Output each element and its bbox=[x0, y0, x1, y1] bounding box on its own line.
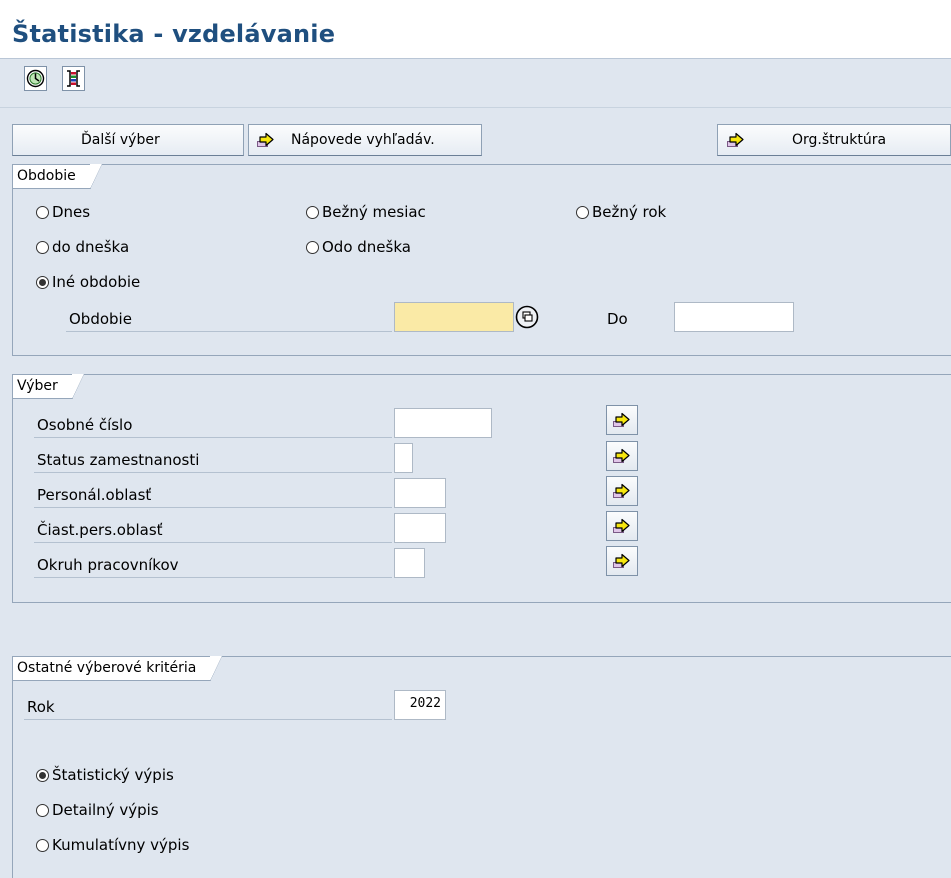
personal-oblast-input[interactable] bbox=[394, 478, 446, 508]
top-strip bbox=[0, 0, 951, 12]
radio-circle bbox=[306, 205, 319, 219]
radio-detailny-vypis-label: Detailný výpis bbox=[52, 801, 159, 819]
radio-statisticky-vypis-label: Štatistický výpis bbox=[52, 766, 174, 784]
radio-statisticky-vypis[interactable]: Štatistický výpis bbox=[36, 766, 174, 784]
radio-detailny-vypis[interactable]: Detailný výpis bbox=[36, 801, 159, 819]
osobne-cislo-multiselect-button[interactable] bbox=[606, 405, 638, 435]
radio-ine-obdobie-label: Iné obdobie bbox=[52, 273, 141, 291]
execute-clock-icon[interactable] bbox=[24, 66, 47, 91]
status-zamestnanosti-multiselect-button[interactable] bbox=[606, 441, 638, 471]
radio-do-dneska[interactable]: do dneška bbox=[36, 238, 129, 256]
okruh-pracovnikov-input[interactable] bbox=[394, 548, 425, 578]
radio-circle bbox=[576, 205, 589, 219]
org-struktura-button[interactable]: Org.štruktúra bbox=[717, 124, 951, 156]
color-columns-icon[interactable] bbox=[62, 66, 85, 91]
okruh-pracovnikov-multiselect-button[interactable] bbox=[606, 546, 638, 576]
arrow-icon bbox=[613, 412, 631, 428]
ostatne-tab: Ostatné výberové kritéria bbox=[13, 656, 223, 681]
radio-circle bbox=[36, 803, 49, 817]
radio-kumulativny-vypis[interactable]: Kumulatívny výpis bbox=[36, 836, 189, 854]
napovede-vyhladavania-button[interactable]: Nápovede vyhľadáv. bbox=[248, 124, 482, 156]
multiple-selection-icon[interactable] bbox=[514, 303, 540, 331]
radio-ine-obdobie[interactable]: Iné obdobie bbox=[36, 273, 140, 291]
arrow-icon bbox=[257, 132, 275, 148]
radio-bezny-mesiac-label: Bežný mesiac bbox=[322, 203, 426, 221]
personal-oblast-label: Personál.oblasť bbox=[37, 486, 152, 504]
osobne-cislo-label: Osobné číslo bbox=[37, 416, 133, 434]
org-struktura-label: Org.štruktúra bbox=[792, 132, 887, 148]
rok-label: Rok bbox=[27, 698, 55, 716]
status-zamestnanosti-input[interactable] bbox=[394, 443, 413, 473]
radio-circle bbox=[36, 838, 49, 852]
status-zamestnanosti-row: Status zamestnanosti bbox=[34, 445, 392, 473]
arrow-icon bbox=[613, 553, 631, 569]
do-input[interactable] bbox=[674, 302, 794, 332]
arrow-icon bbox=[613, 448, 631, 464]
rok-input[interactable]: 2022 bbox=[394, 690, 446, 720]
dalsi-vyber-label: Ďalší výber bbox=[81, 132, 160, 148]
page-title: Štatistika - vzdelávanie bbox=[12, 20, 336, 48]
radio-odo-dneska-label: Odo dneška bbox=[322, 238, 411, 256]
arrow-icon bbox=[727, 132, 745, 148]
radio-kumulativny-vypis-label: Kumulatívny výpis bbox=[52, 836, 190, 854]
napovede-label: Nápovede vyhľadáv. bbox=[291, 132, 435, 148]
okruh-pracovnikov-row: Okruh pracovníkov bbox=[34, 550, 392, 578]
ciast-pers-oblast-row: Čiast.pers.oblasť bbox=[34, 515, 392, 543]
dalsi-vyber-button[interactable]: Ďalší výber bbox=[12, 124, 244, 156]
radio-do-dneska-label: do dneška bbox=[52, 238, 130, 256]
radio-bezny-rok[interactable]: Bežný rok bbox=[576, 203, 666, 221]
personal-oblast-multiselect-button[interactable] bbox=[606, 476, 638, 506]
status-zamestnanosti-label: Status zamestnanosti bbox=[37, 451, 200, 469]
vyber-tab: Výber bbox=[13, 374, 84, 399]
radio-circle bbox=[36, 205, 49, 219]
ciast-pers-oblast-multiselect-button[interactable] bbox=[606, 511, 638, 541]
radio-circle bbox=[306, 240, 319, 254]
radio-circle-selected bbox=[36, 768, 49, 782]
radio-bezny-mesiac[interactable]: Bežný mesiac bbox=[306, 203, 426, 221]
osobne-cislo-input[interactable] bbox=[394, 408, 492, 438]
osobne-cislo-row: Osobné číslo bbox=[34, 410, 392, 438]
okruh-pracovnikov-label: Okruh pracovníkov bbox=[37, 556, 179, 574]
arrow-icon bbox=[613, 518, 631, 534]
radio-bezny-rok-label: Bežný rok bbox=[592, 203, 667, 221]
obdobie-field-label: Obdobie bbox=[69, 310, 132, 328]
radio-circle bbox=[36, 240, 49, 254]
do-label-row: Do bbox=[604, 304, 670, 332]
do-label: Do bbox=[607, 310, 628, 328]
ciast-pers-oblast-label: Čiast.pers.oblasť bbox=[37, 521, 163, 539]
ciast-pers-oblast-input[interactable] bbox=[394, 513, 446, 543]
radio-dnes-label: Dnes bbox=[52, 203, 91, 221]
obdobie-tab: Obdobie bbox=[13, 164, 102, 189]
radio-circle-selected bbox=[36, 275, 49, 289]
radio-odo-dneska[interactable]: Odo dneška bbox=[306, 238, 411, 256]
radio-dnes[interactable]: Dnes bbox=[36, 203, 90, 221]
application-toolbar bbox=[0, 59, 951, 108]
personal-oblast-row: Personál.oblasť bbox=[34, 480, 392, 508]
arrow-icon bbox=[613, 483, 631, 499]
obdobie-input[interactable] bbox=[394, 302, 514, 332]
obdobie-field-label-row: Obdobie bbox=[66, 304, 392, 332]
rok-row: Rok bbox=[24, 692, 392, 720]
